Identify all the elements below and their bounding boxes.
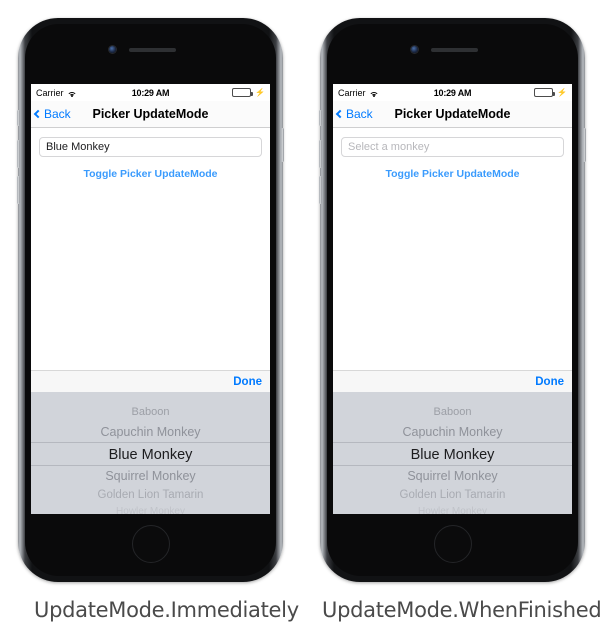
content-area: Toggle Picker UpdateMode — [333, 128, 572, 370]
picker-wheel[interactable]: Baboon Capuchin Monkey Blue Monkey Squir… — [31, 392, 270, 514]
front-camera-icon — [108, 46, 116, 53]
picker-row[interactable]: Capuchin Monkey — [333, 422, 572, 442]
picker-row[interactable]: Squirrel Monkey — [31, 466, 270, 486]
comparison-figure: Carrier 10:29 AM ⚡ Back Picker UpdateMod… — [0, 0, 611, 641]
content-area: Toggle Picker UpdateMode — [31, 128, 270, 370]
mute-switch[interactable] — [319, 110, 322, 126]
phone-body-left: Carrier 10:29 AM ⚡ Back Picker UpdateMod… — [25, 24, 276, 576]
navigation-bar: Back Picker UpdateMode — [31, 101, 270, 128]
volume-down-button[interactable] — [17, 176, 20, 204]
done-button[interactable]: Done — [233, 376, 262, 388]
picker-toolbar: Done — [333, 370, 572, 392]
power-button[interactable] — [583, 128, 586, 162]
done-button[interactable]: Done — [535, 376, 564, 388]
picker-row-selected[interactable]: Blue Monkey — [31, 442, 270, 466]
phone-body-right: Carrier 10:29 AM ⚡ Back Picker UpdateMod… — [327, 24, 578, 576]
picker-row[interactable]: Golden Lion Tamarin — [333, 486, 572, 505]
navigation-bar: Back Picker UpdateMode — [333, 101, 572, 128]
back-button[interactable]: Back — [333, 107, 373, 121]
volume-down-button[interactable] — [319, 176, 322, 204]
earpiece-speaker-icon — [430, 48, 478, 52]
picker-row[interactable]: Howler Monkey — [31, 505, 270, 514]
status-bar: Carrier 10:29 AM ⚡ — [31, 84, 270, 101]
volume-up-button[interactable] — [17, 140, 20, 168]
monkey-text-input[interactable] — [341, 137, 564, 157]
picker-rows: Baboon Capuchin Monkey Blue Monkey Squir… — [333, 392, 572, 514]
picker-row[interactable]: Baboon — [333, 403, 572, 422]
phone-device-right: Carrier 10:29 AM ⚡ Back Picker UpdateMod… — [319, 18, 586, 582]
picker-row[interactable]: Capuchin Monkey — [31, 422, 270, 442]
picker-row[interactable]: Baboon — [31, 403, 270, 422]
home-button[interactable] — [131, 525, 170, 563]
toggle-picker-updatemode-link[interactable]: Toggle Picker UpdateMode — [39, 168, 262, 180]
volume-up-button[interactable] — [319, 140, 322, 168]
status-bar: Carrier 10:29 AM ⚡ — [333, 84, 572, 101]
battery-icon — [232, 88, 254, 97]
back-button-label: Back — [346, 107, 373, 121]
picker-wheel[interactable]: Baboon Capuchin Monkey Blue Monkey Squir… — [333, 392, 572, 514]
earpiece-speaker-icon — [128, 48, 176, 52]
picker-row[interactable]: Golden Lion Tamarin — [31, 486, 270, 505]
phone-device-left: Carrier 10:29 AM ⚡ Back Picker UpdateMod… — [17, 18, 284, 582]
picker-toolbar: Done — [31, 370, 270, 392]
caption-left: UpdateMode.Immediately — [34, 598, 299, 622]
picker-rows: Baboon Capuchin Monkey Blue Monkey Squir… — [31, 392, 270, 514]
chevron-left-icon — [33, 109, 43, 119]
monkey-text-input[interactable] — [39, 137, 262, 157]
home-button[interactable] — [433, 525, 472, 563]
picker-row[interactable]: Howler Monkey — [333, 505, 572, 514]
screen-right: Carrier 10:29 AM ⚡ Back Picker UpdateMod… — [333, 84, 572, 514]
battery-icon — [534, 88, 556, 97]
chevron-left-icon — [335, 109, 345, 119]
back-button[interactable]: Back — [31, 107, 71, 121]
caption-right: UpdateMode.WhenFinished — [322, 598, 602, 622]
front-camera-icon — [410, 46, 418, 53]
toggle-picker-updatemode-link[interactable]: Toggle Picker UpdateMode — [341, 168, 564, 180]
power-button[interactable] — [281, 128, 284, 162]
screen-left: Carrier 10:29 AM ⚡ Back Picker UpdateMod… — [31, 84, 270, 514]
picker-row-selected[interactable]: Blue Monkey — [333, 442, 572, 466]
mute-switch[interactable] — [17, 110, 20, 126]
back-button-label: Back — [44, 107, 71, 121]
picker-row[interactable]: Squirrel Monkey — [333, 466, 572, 486]
